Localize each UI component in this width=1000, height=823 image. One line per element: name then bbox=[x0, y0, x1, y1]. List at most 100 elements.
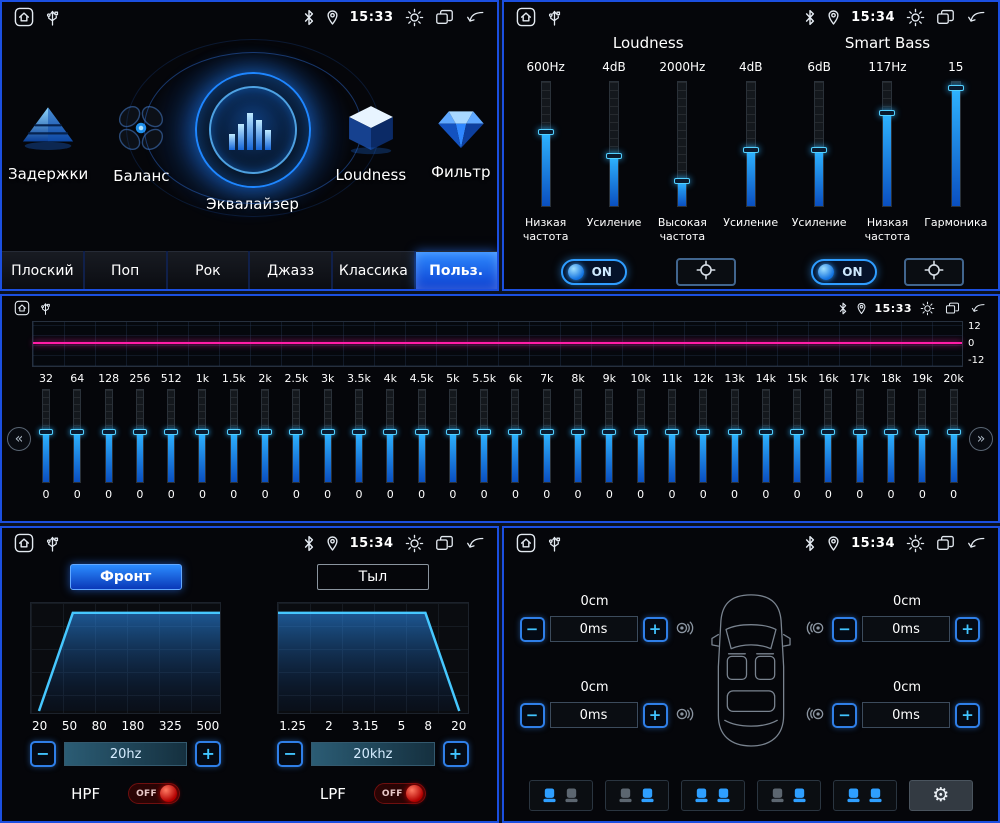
recent-apps-icon[interactable] bbox=[435, 9, 454, 26]
menu-item-filter[interactable]: Фильтр bbox=[431, 104, 491, 181]
band-thumb[interactable] bbox=[289, 429, 304, 436]
recent-apps-icon[interactable] bbox=[936, 535, 955, 552]
eq-band-13k[interactable]: 13k 0 bbox=[721, 372, 749, 501]
band-slider[interactable] bbox=[477, 389, 492, 483]
band-slider[interactable] bbox=[539, 389, 554, 483]
seat-front-button[interactable] bbox=[680, 780, 745, 811]
menu-item-loudness[interactable]: Loudness bbox=[336, 101, 406, 184]
band-slider[interactable] bbox=[195, 389, 210, 483]
band-thumb[interactable] bbox=[946, 429, 961, 436]
loudness-slider-4[interactable]: 4dB Усиление bbox=[719, 60, 783, 245]
band-thumb[interactable] bbox=[758, 429, 773, 436]
eq-band-2.5k[interactable]: 2.5k 0 bbox=[282, 372, 310, 501]
delay-plus-button[interactable]: + bbox=[955, 702, 980, 728]
band-thumb[interactable] bbox=[664, 429, 679, 436]
band-thumb[interactable] bbox=[790, 429, 805, 436]
preset-tab-5[interactable]: Классика bbox=[333, 251, 414, 289]
band-thumb[interactable] bbox=[383, 429, 398, 436]
delay-plus-button[interactable]: + bbox=[955, 616, 980, 642]
tab-rear[interactable]: Тыл bbox=[316, 564, 429, 590]
delay-minus-button[interactable]: − bbox=[832, 702, 857, 728]
recent-apps-icon[interactable] bbox=[936, 9, 955, 26]
band-slider[interactable] bbox=[320, 389, 335, 483]
band-slider[interactable] bbox=[508, 389, 523, 483]
home-icon[interactable] bbox=[14, 533, 34, 553]
eq-band-10k[interactable]: 10k 0 bbox=[627, 372, 655, 501]
loudness-slider-2[interactable]: 4dB Усиление bbox=[582, 60, 646, 245]
band-thumb[interactable] bbox=[696, 429, 711, 436]
hpf-minus-button[interactable]: − bbox=[30, 741, 56, 767]
eq-band-12k[interactable]: 12k 0 bbox=[689, 372, 717, 501]
eq-band-64[interactable]: 64 0 bbox=[63, 372, 91, 501]
slider-thumb[interactable] bbox=[606, 153, 623, 160]
band-thumb[interactable] bbox=[915, 429, 930, 436]
band-slider[interactable] bbox=[39, 389, 53, 483]
band-slider[interactable] bbox=[821, 389, 836, 483]
slider-thumb[interactable] bbox=[811, 147, 828, 154]
hpf-frequency-value[interactable]: 20hz bbox=[64, 742, 188, 766]
preset-tab-4[interactable]: Джазз bbox=[250, 251, 331, 289]
slider-track[interactable] bbox=[674, 81, 691, 207]
preset-tab-2[interactable]: Поп bbox=[84, 251, 166, 289]
eq-band-1k[interactable]: 1k 0 bbox=[188, 372, 216, 501]
band-thumb[interactable] bbox=[164, 429, 179, 436]
smart-bass-slider-3[interactable]: 15 Гармоника bbox=[924, 60, 988, 245]
delay-plus-button[interactable]: + bbox=[642, 616, 668, 642]
eq-band-3k[interactable]: 3k 0 bbox=[314, 372, 342, 501]
band-thumb[interactable] bbox=[477, 429, 492, 436]
band-thumb[interactable] bbox=[258, 429, 273, 436]
loudness-slider-3[interactable]: 2000Hz Высокая частота bbox=[650, 60, 714, 245]
eq-band-128[interactable]: 128 0 bbox=[95, 372, 123, 501]
band-thumb[interactable] bbox=[884, 429, 899, 436]
menu-item-balance[interactable]: Баланс bbox=[113, 100, 170, 185]
eq-band-512[interactable]: 512 0 bbox=[157, 372, 185, 501]
smart-bass-reset-button[interactable] bbox=[903, 257, 964, 286]
brightness-icon[interactable] bbox=[405, 8, 424, 27]
eq-band-19k[interactable]: 19k 0 bbox=[908, 372, 936, 501]
seat-rear-button[interactable] bbox=[756, 780, 821, 811]
band-slider[interactable] bbox=[884, 389, 899, 483]
band-thumb[interactable] bbox=[70, 429, 85, 436]
band-slider[interactable] bbox=[790, 389, 805, 483]
band-slider[interactable] bbox=[226, 389, 241, 483]
band-thumb[interactable] bbox=[852, 429, 867, 436]
lpf-minus-button[interactable]: − bbox=[277, 741, 304, 767]
brightness-icon[interactable] bbox=[405, 534, 424, 553]
band-slider[interactable] bbox=[289, 389, 304, 483]
eq-band-18k[interactable]: 18k 0 bbox=[877, 372, 905, 501]
band-slider[interactable] bbox=[664, 389, 679, 483]
menu-item-delays[interactable]: Задержки bbox=[8, 102, 88, 183]
smart-bass-on-toggle[interactable]: ON bbox=[811, 258, 878, 285]
band-slider[interactable] bbox=[696, 389, 711, 483]
eq-band-17k[interactable]: 17k 0 bbox=[846, 372, 874, 501]
prev-page-button[interactable]: « bbox=[7, 426, 31, 451]
band-thumb[interactable] bbox=[351, 429, 366, 436]
home-icon[interactable] bbox=[14, 300, 30, 316]
back-icon[interactable] bbox=[966, 535, 986, 552]
lpf-off-toggle[interactable]: OFF bbox=[373, 783, 426, 804]
band-slider[interactable] bbox=[602, 389, 617, 483]
back-icon[interactable] bbox=[970, 301, 986, 314]
band-thumb[interactable] bbox=[414, 429, 429, 436]
back-icon[interactable] bbox=[966, 9, 986, 26]
band-thumb[interactable] bbox=[132, 429, 147, 436]
eq-band-256[interactable]: 256 0 bbox=[126, 372, 154, 501]
slider-track[interactable] bbox=[879, 81, 896, 207]
eq-band-7k[interactable]: 7k 0 bbox=[533, 372, 561, 501]
slider-track[interactable] bbox=[742, 81, 759, 207]
band-thumb[interactable] bbox=[821, 429, 836, 436]
loudness-on-toggle[interactable]: ON bbox=[560, 258, 627, 285]
brightness-icon[interactable] bbox=[906, 8, 925, 27]
slider-thumb[interactable] bbox=[742, 147, 759, 154]
brightness-icon[interactable] bbox=[920, 301, 935, 316]
seat-passenger-button[interactable] bbox=[604, 780, 669, 811]
slider-track[interactable] bbox=[811, 81, 828, 207]
loudness-reset-button[interactable] bbox=[675, 257, 736, 286]
band-thumb[interactable] bbox=[445, 429, 460, 436]
band-thumb[interactable] bbox=[602, 429, 617, 436]
band-thumb[interactable] bbox=[727, 429, 742, 436]
band-slider[interactable] bbox=[915, 389, 930, 483]
eq-band-4.5k[interactable]: 4.5k 0 bbox=[408, 372, 436, 501]
seat-driver-button[interactable] bbox=[528, 780, 593, 811]
hpf-plus-button[interactable]: + bbox=[195, 741, 222, 767]
